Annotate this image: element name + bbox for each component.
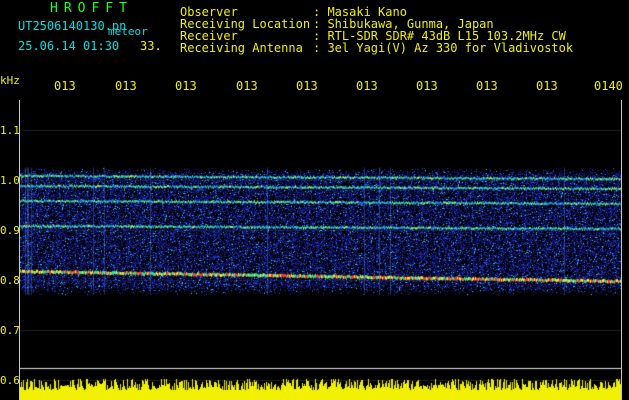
y-tick-label: 0.6 bbox=[0, 374, 20, 387]
app-brand: HROFFT bbox=[50, 1, 133, 16]
meta-key-antenna: Receiving Antenna bbox=[180, 41, 303, 55]
plot-frame-left bbox=[19, 100, 20, 400]
y-tick-label: 0.7 bbox=[0, 324, 20, 337]
y-tick-label: 0.8 bbox=[0, 274, 20, 287]
x-tick-label: 013 bbox=[115, 79, 137, 93]
x-tick-label: 013 bbox=[175, 79, 197, 93]
plot-frame-right bbox=[621, 100, 622, 400]
hrofft-spectrogram-window: HROFFT UT2506140130.pn meteor 25.06.14 0… bbox=[0, 0, 629, 400]
detection-label: meteor bbox=[108, 25, 148, 38]
x-tick-label: 013 bbox=[536, 79, 558, 93]
meta-value-antenna: : 3el Yagi(V) Az 330 for Vladivostok bbox=[313, 41, 574, 55]
x-tick-label: 013 bbox=[416, 79, 438, 93]
y-tick-label: 0.9 bbox=[0, 224, 20, 237]
y-tick-label: 1.0 bbox=[0, 174, 20, 187]
x-tick-label: 013 bbox=[296, 79, 318, 93]
x-tick-label: 013 bbox=[476, 79, 498, 93]
meteor-count: 33. bbox=[140, 39, 162, 53]
y-tick-label: 1.1 bbox=[0, 124, 20, 137]
x-tick-label: 013 bbox=[356, 79, 378, 93]
x-tick-label: 013 bbox=[236, 79, 258, 93]
y-axis-unit: kHz bbox=[0, 74, 20, 87]
x-tick-label: 013 bbox=[54, 79, 76, 93]
date-time: 25.06.14 01:30 bbox=[18, 39, 120, 53]
x-tick-label: 0140 bbox=[594, 79, 623, 93]
spectrogram-plot bbox=[20, 100, 622, 400]
